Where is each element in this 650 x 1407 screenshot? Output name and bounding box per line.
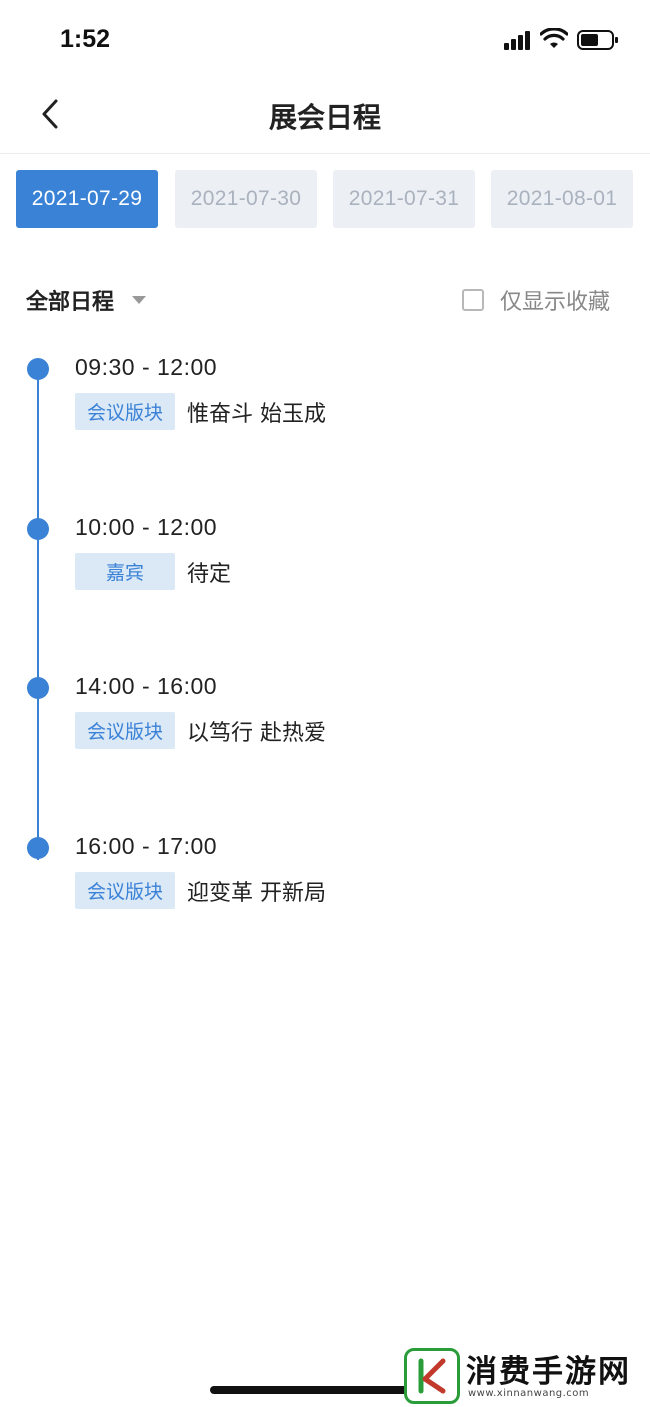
battery-icon — [577, 30, 619, 50]
event-title: 惟奋斗 始玉成 — [187, 402, 326, 427]
schedule-timeline: 09:30 - 12:00 会议版块 惟奋斗 始玉成 10:00 - 12:00… — [0, 340, 650, 940]
event-time: 14:00 - 16:00 — [75, 673, 218, 699]
date-tab-2021-08-01[interactable]: 2021-08-01 — [491, 170, 633, 228]
event-time: 16:00 - 17:00 — [75, 833, 218, 859]
watermark-logo-icon — [404, 1348, 460, 1404]
schedule-item[interactable]: 09:30 - 12:00 会议版块 惟奋斗 始玉成 — [0, 348, 650, 448]
event-time: 09:30 - 12:00 — [75, 354, 218, 380]
event-tag: 会议版块 — [75, 393, 175, 430]
timeline-dot — [27, 837, 49, 859]
timeline-dot — [27, 518, 49, 540]
status-time: 1:52 — [60, 25, 111, 53]
favorites-only-toggle[interactable]: 仅显示收藏 — [462, 284, 610, 316]
event-title: 待定 — [187, 562, 232, 587]
schedule-item[interactable]: 14:00 - 16:00 会议版块 以笃行 赴热爱 — [0, 667, 650, 767]
date-tabs: 2021-07-29 2021-07-30 2021-07-31 2021-08… — [16, 170, 650, 228]
cellular-signal-icon — [504, 30, 534, 50]
event-tag: 嘉宾 — [75, 553, 175, 590]
event-time: 10:00 - 12:00 — [75, 514, 218, 540]
date-tab-2021-07-30[interactable]: 2021-07-30 — [175, 170, 317, 228]
watermark-text: 消费手游网 — [466, 1354, 631, 1390]
schedule-item[interactable]: 16:00 - 17:00 会议版块 迎变革 开新局 — [0, 827, 650, 927]
timeline-dot — [27, 677, 49, 699]
filter-row: 全部日程 仅显示收藏 — [0, 280, 650, 324]
event-tag: 会议版块 — [75, 872, 175, 909]
favorites-only-label: 仅显示收藏 — [500, 290, 611, 315]
event-title: 以笃行 赴热爱 — [187, 721, 326, 746]
favorites-checkbox[interactable] — [462, 289, 484, 311]
event-title: 迎变革 开新局 — [187, 881, 326, 906]
watermark-url: www.xinnanwang.com — [468, 1388, 590, 1399]
watermark: 消费手游网 www.xinnanwang.com — [402, 1346, 650, 1407]
schedule-item[interactable]: 10:00 - 12:00 嘉宾 待定 — [0, 508, 650, 608]
status-bar: 1:52 — [0, 0, 650, 82]
date-tab-2021-07-29[interactable]: 2021-07-29 — [16, 170, 158, 228]
page-title: 展会日程 — [268, 101, 381, 134]
timeline-dot — [27, 358, 49, 380]
date-tab-2021-07-31[interactable]: 2021-07-31 — [333, 170, 475, 228]
schedule-filter-label: 全部日程 — [26, 290, 115, 315]
event-tag: 会议版块 — [75, 712, 175, 749]
navigation-bar: 展会日程 — [0, 82, 650, 154]
caret-down-icon — [132, 296, 147, 304]
schedule-filter-dropdown[interactable]: 全部日程 — [26, 284, 147, 316]
wifi-icon — [539, 27, 569, 50]
